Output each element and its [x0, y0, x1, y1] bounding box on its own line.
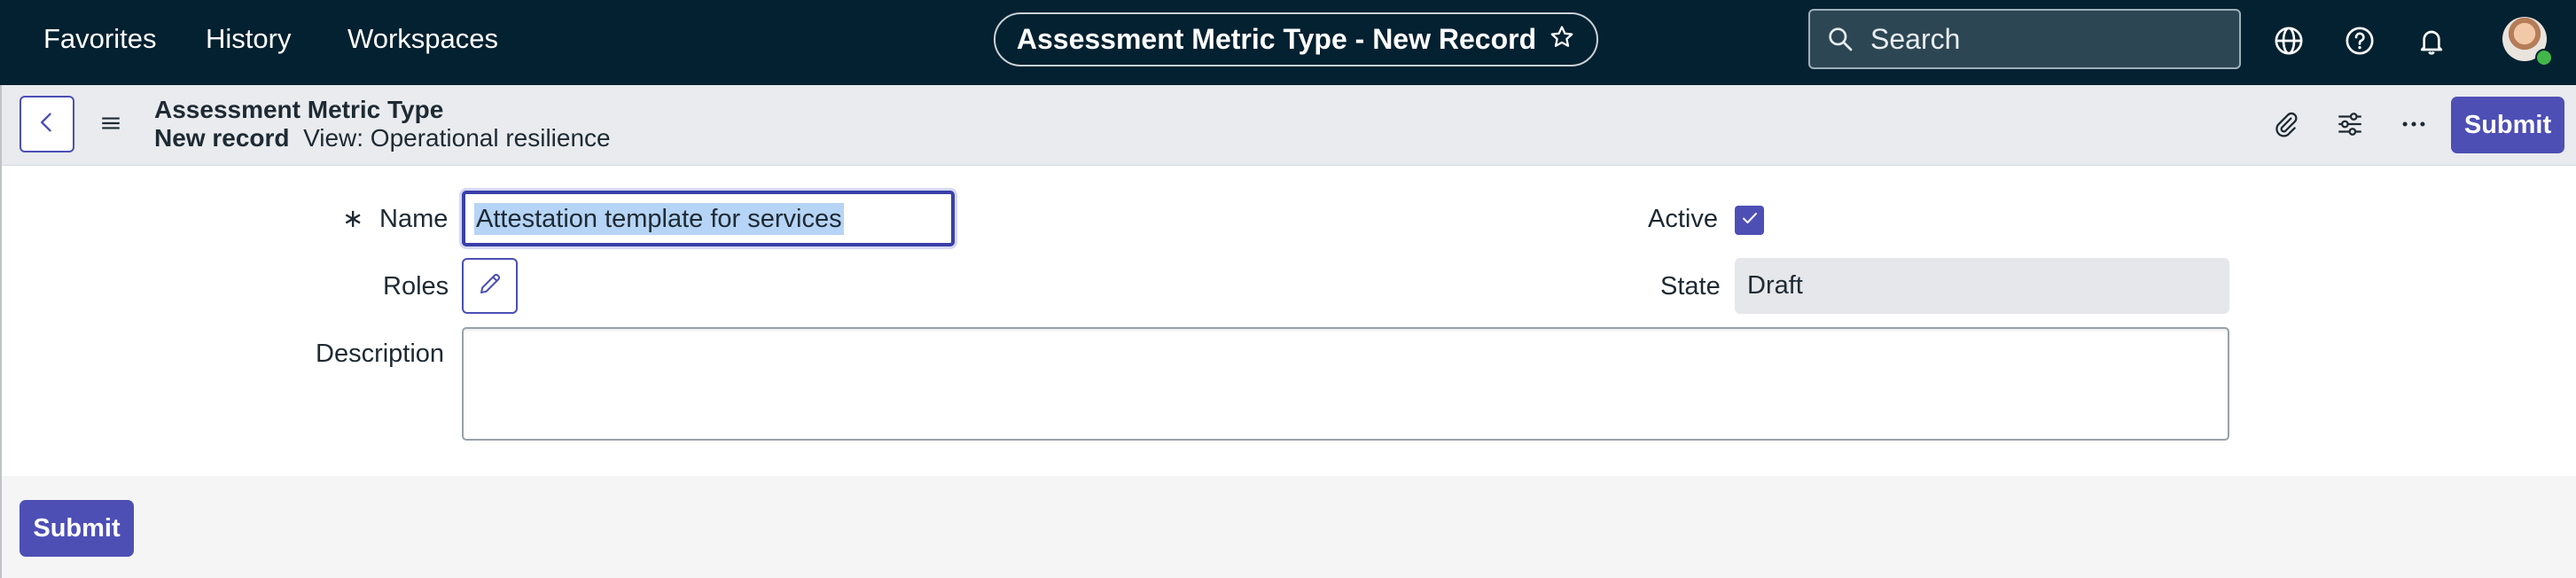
mandatory-marker: ∗: [342, 205, 364, 233]
top-navigation-bar: Favorites History Workspaces Assessment …: [0, 0, 2576, 85]
nav-history[interactable]: History: [206, 0, 291, 85]
bell-icon[interactable]: [2414, 23, 2449, 59]
nav-favorites[interactable]: Favorites: [43, 0, 156, 85]
name-input[interactable]: Attestation template for services: [462, 191, 955, 246]
active-label: Active: [1648, 205, 1718, 233]
pencil-icon: [477, 270, 503, 301]
window-left-border: [0, 85, 2, 578]
state-label: State: [1660, 272, 1721, 301]
page-title-pill[interactable]: Assessment Metric Type - New Record: [994, 12, 1598, 66]
record-state: New record: [154, 124, 290, 152]
name-label: Name: [379, 205, 449, 233]
active-checkbox[interactable]: [1735, 206, 1764, 235]
nav-workspaces[interactable]: Workspaces: [347, 0, 498, 85]
back-button[interactable]: [20, 96, 74, 152]
back-icon: [35, 110, 59, 139]
record-form: ∗ Name Attestation template for services…: [0, 166, 2576, 476]
settings-sliders-icon[interactable]: [2335, 109, 2367, 141]
roles-label: Roles: [383, 272, 449, 301]
header-submit-button[interactable]: Submit: [2451, 97, 2564, 153]
name-input-value: Attestation template for services: [474, 203, 844, 235]
state-field: Draft: [1735, 258, 2229, 314]
star-icon[interactable]: [1549, 24, 1575, 55]
search-icon: [1826, 25, 1854, 58]
help-icon[interactable]: [2342, 23, 2377, 59]
record-table-label: Assessment Metric Type: [154, 96, 444, 123]
search-placeholder: Search: [1870, 23, 1961, 55]
presence-indicator: [2535, 49, 2553, 66]
check-icon: [1739, 207, 1760, 233]
view-label[interactable]: View: Operational resilience: [303, 124, 611, 152]
page-title: Assessment Metric Type - New Record: [1016, 23, 1537, 55]
global-search[interactable]: Search: [1808, 9, 2241, 69]
description-label: Description: [316, 340, 445, 368]
description-textarea[interactable]: [462, 327, 2229, 441]
globe-icon[interactable]: [2271, 23, 2307, 59]
roles-edit-button[interactable]: [462, 258, 518, 314]
paperclip-icon[interactable]: [2270, 109, 2302, 141]
footer-submit-button[interactable]: Submit: [20, 500, 134, 557]
more-icon[interactable]: [2399, 109, 2431, 141]
record-header: Assessment Metric Type New record View: …: [0, 85, 2576, 166]
state-value: Draft: [1747, 271, 1803, 300]
record-subtitle: New record View: Operational resilience: [154, 124, 611, 152]
menu-icon[interactable]: [99, 112, 122, 139]
